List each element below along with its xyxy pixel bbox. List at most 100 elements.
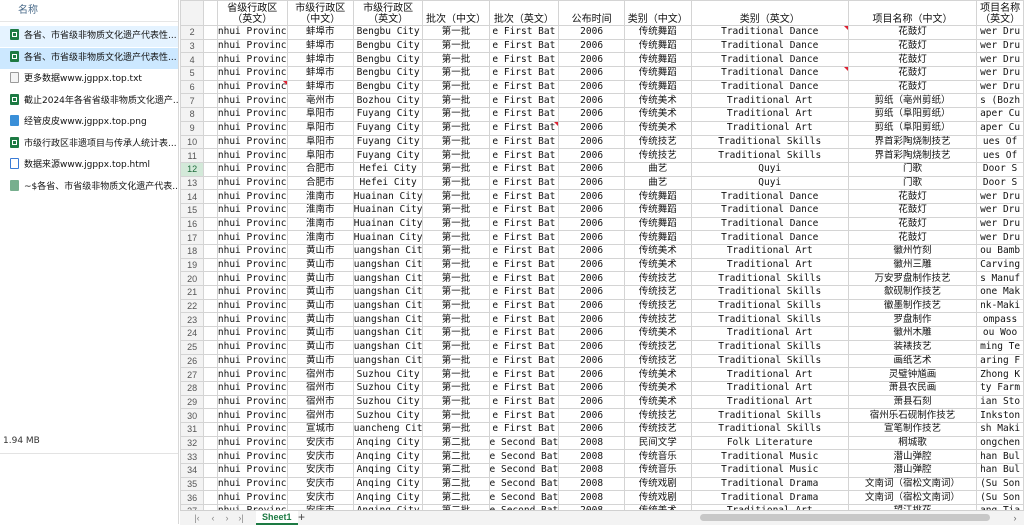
table-cell[interactable]: 宿州市 [286,380,354,396]
table-cell[interactable]: aper Cu [976,107,1024,122]
table-cell[interactable] [203,353,218,369]
table-cell[interactable]: 第一批 [422,244,490,259]
table-cell[interactable]: nhui Provinc [216,38,288,54]
table-cell[interactable] [203,326,218,341]
file-item[interactable]: 市级行政区非遗项目与传承人统计表... [0,134,178,155]
table-cell[interactable] [203,435,218,451]
table-cell[interactable]: aring F [976,353,1024,369]
table-cell[interactable] [203,339,218,355]
table-cell[interactable]: e First Bat [488,244,560,259]
table-cell[interactable]: 罗盘制作 [847,312,978,328]
row-number[interactable]: 13 [180,175,205,191]
table-cell[interactable]: Fuyang City [352,107,424,122]
table-cell[interactable]: Traditional Dance [690,25,849,40]
table-cell[interactable]: 阜阳市 [286,107,354,122]
table-cell[interactable]: 传统技艺 [624,285,692,300]
table-cell[interactable]: (Su Son [976,476,1024,492]
table-cell[interactable]: nhui Provinc [216,380,288,396]
table-cell[interactable]: 第二批 [422,449,490,464]
table-cell[interactable] [203,230,218,245]
table-cell[interactable]: Huainan City [352,202,424,218]
row-number[interactable]: 4 [180,52,205,68]
table-cell[interactable]: 第一批 [422,339,490,355]
row-number[interactable]: 36 [180,490,205,506]
table-cell[interactable]: Traditional Skills [690,339,849,355]
table-cell[interactable]: ongchen [976,435,1024,451]
table-cell[interactable]: e First Bat [488,421,560,437]
table-cell[interactable]: 安庆市 [286,490,354,506]
row-number[interactable]: 3 [180,38,205,54]
row-number[interactable]: 33 [180,449,205,464]
table-cell[interactable]: 淮南市 [286,189,354,204]
table-cell[interactable]: nhui Provinc [216,175,288,191]
table-cell[interactable] [203,367,218,382]
table-cell[interactable]: 2006 [558,244,626,259]
table-cell[interactable]: nhui Provinc [216,25,288,40]
table-cell[interactable]: Carving [976,257,1024,273]
row-number[interactable]: 27 [180,367,205,382]
table-cell[interactable]: 2006 [558,25,626,40]
table-cell[interactable]: sh Maki [976,421,1024,437]
table-cell[interactable]: 2008 [558,476,626,492]
table-cell[interactable]: 曲艺 [624,161,692,177]
table-cell[interactable]: 萧县农民画 [847,380,978,396]
add-sheet-button[interactable]: + [298,511,305,525]
table-cell[interactable] [203,380,218,396]
table-cell[interactable]: 文南词（宿松文南词） [847,476,978,492]
row-number[interactable]: 34 [180,463,205,478]
table-cell[interactable]: e First Bat [488,93,560,109]
table-cell[interactable]: s Manuf [976,271,1024,287]
table-cell[interactable]: e First Bat [488,25,560,40]
table-cell[interactable]: 宿州市 [286,367,354,382]
table-cell[interactable]: 第一批 [422,230,490,245]
table-cell[interactable]: 潜山弹腔 [847,449,978,464]
table-cell[interactable]: e First Bat [488,107,560,122]
table-cell[interactable]: 剪纸（阜阳剪纸） [847,107,978,122]
table-cell[interactable]: e First Bat [488,66,560,81]
table-cell[interactable]: 门歌 [847,175,978,191]
table-cell[interactable]: 宿州市 [286,394,354,410]
table-cell[interactable]: Traditional Dance [690,52,849,68]
table-cell[interactable]: 花鼓灯 [847,38,978,54]
table-cell[interactable]: 2006 [558,257,626,273]
table-cell[interactable]: Bengbu City [352,52,424,68]
table-cell[interactable]: Inkston [976,408,1024,423]
table-cell[interactable]: nhui Provinc [216,52,288,68]
table-cell[interactable]: Quyi [690,161,849,177]
table-cell[interactable]: 剪纸（亳州剪纸） [847,93,978,109]
table-cell[interactable]: nhui Provinc [216,408,288,423]
table-cell[interactable]: nhui Provinc [216,134,288,150]
table-cell[interactable]: Traditional Art [690,394,849,410]
table-cell[interactable]: 2006 [558,161,626,177]
table-cell[interactable]: 桐城歌 [847,435,978,451]
table-cell[interactable]: Fuyang City [352,134,424,150]
table-cell[interactable]: Traditional Skills [690,148,849,163]
row-number[interactable]: 15 [180,202,205,218]
table-cell[interactable]: han Bul [976,449,1024,464]
table-cell[interactable]: 花鼓灯 [847,202,978,218]
file-item[interactable]: ~$各省、市省级非物质文化遗产代表... [0,177,178,198]
table-cell[interactable]: uangshan Cit [352,285,424,300]
table-cell[interactable]: 花鼓灯 [847,25,978,40]
table-cell[interactable]: nhui Provinc [216,435,288,451]
table-cell[interactable]: Bengbu City [352,66,424,81]
column-header[interactable]: 类别（中文） [624,0,692,26]
table-cell[interactable]: nhui Provinc [216,216,288,232]
table-cell[interactable]: Traditional Dance [690,38,849,54]
table-cell[interactable]: 传统技艺 [624,408,692,423]
table-cell[interactable]: Traditional Skills [690,421,849,437]
table-cell[interactable]: 第一批 [422,271,490,287]
table-cell[interactable]: Traditional Dance [690,216,849,232]
table-cell[interactable]: Traditional Skills [690,271,849,287]
table-cell[interactable]: Anqing City [352,476,424,492]
table-cell[interactable] [203,134,218,150]
table-cell[interactable]: 文南词（宿松文南词） [847,490,978,506]
table-cell[interactable]: 花鼓灯 [847,79,978,95]
table-cell[interactable]: Traditional Drama [690,490,849,506]
table-cell[interactable]: 第一批 [422,312,490,328]
table-cell[interactable]: 2006 [558,380,626,396]
table-cell[interactable]: 黄山市 [286,298,354,314]
table-cell[interactable]: Traditional Art [690,326,849,341]
table-cell[interactable]: 安庆市 [286,476,354,492]
table-cell[interactable]: ues Of [976,134,1024,150]
